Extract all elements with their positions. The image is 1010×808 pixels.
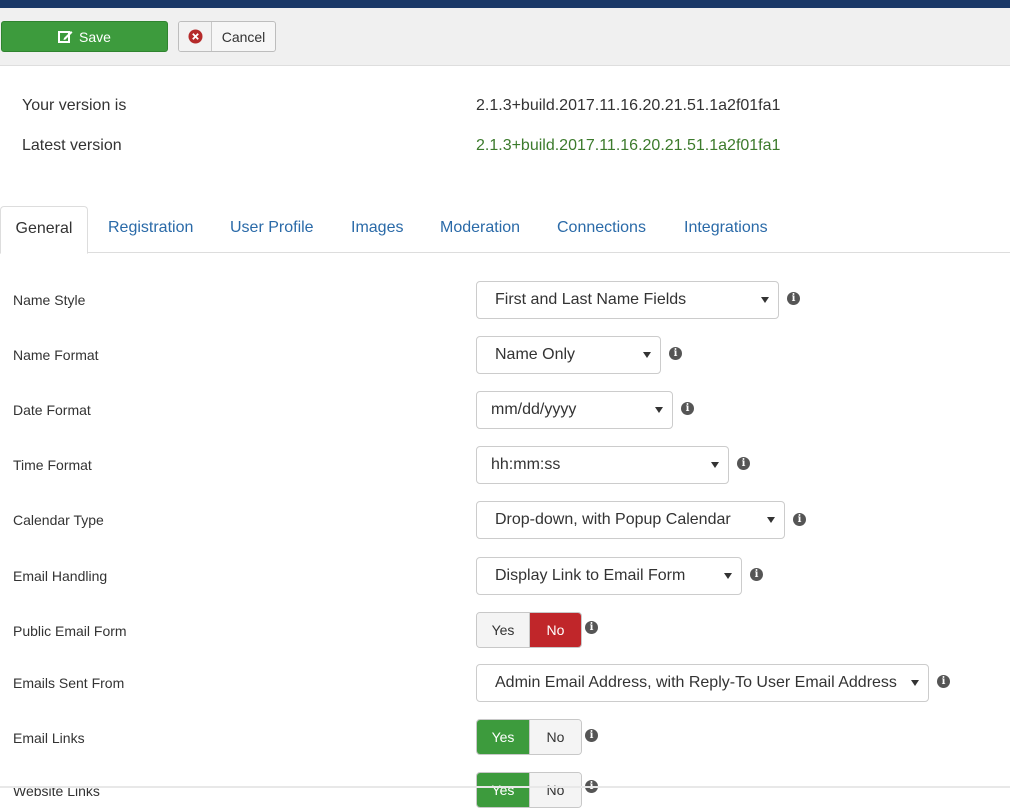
email-links-label: Email Links <box>13 730 85 746</box>
info-icon[interactable]: i <box>737 457 750 470</box>
email-links-no[interactable]: No <box>529 720 581 754</box>
cancel-button[interactable]: Cancel <box>178 21 276 52</box>
toolbar: Save Cancel <box>0 8 1010 66</box>
name-style-select[interactable]: First and Last Name Fields <box>476 281 779 319</box>
cancel-icon-wrap <box>179 22 212 51</box>
email-links-toggle: Yes No <box>476 719 582 755</box>
info-icon[interactable]: i <box>793 513 806 526</box>
info-icon[interactable]: i <box>750 568 763 581</box>
email-handling-select[interactable]: Display Link to Email Form <box>476 557 742 595</box>
tab-registration[interactable]: Registration <box>108 206 193 253</box>
website-links-yes[interactable]: Yes <box>477 773 529 807</box>
date-format-select[interactable]: mm/dd/yyyy <box>476 391 673 429</box>
emails-sent-from-select[interactable]: Admin Email Address, with Reply-To User … <box>476 664 929 702</box>
time-format-select[interactable]: hh:mm:ss <box>476 446 729 484</box>
calendar-type-label: Calendar Type <box>13 512 104 528</box>
time-format-label: Time Format <box>13 457 92 473</box>
public-email-form-label: Public Email Form <box>13 623 127 639</box>
chevron-down-icon <box>767 517 775 523</box>
settings-tabs: General Registration User Profile Images… <box>0 206 1010 254</box>
chevron-down-icon <box>761 297 769 303</box>
latest-version-label: Latest version <box>22 137 122 154</box>
public-email-form-toggle: Yes No <box>476 612 582 648</box>
public-email-form-yes[interactable]: Yes <box>477 613 529 647</box>
chevron-down-icon <box>724 573 732 579</box>
website-links-toggle: Yes No <box>476 772 582 808</box>
emails-sent-from-label: Emails Sent From <box>13 675 125 691</box>
latest-version-value: 2.1.3+build.2017.11.16.20.21.51.1a2f01fa… <box>476 137 781 154</box>
name-format-select[interactable]: Name Only <box>476 336 661 374</box>
website-links-no[interactable]: No <box>529 773 581 807</box>
tab-moderation[interactable]: Moderation <box>440 206 520 253</box>
info-icon[interactable]: i <box>937 675 950 688</box>
current-version-label: Your version is <box>22 97 127 114</box>
info-icon[interactable]: i <box>787 292 800 305</box>
tab-images[interactable]: Images <box>351 206 403 253</box>
name-style-value: First and Last Name Fields <box>495 291 687 308</box>
info-icon[interactable]: i <box>681 402 694 415</box>
tab-connections[interactable]: Connections <box>557 206 646 253</box>
edit-icon <box>58 29 73 44</box>
info-icon[interactable]: i <box>585 729 598 742</box>
name-format-value: Name Only <box>495 346 576 363</box>
chevron-down-icon <box>643 352 651 358</box>
email-links-yes[interactable]: Yes <box>477 720 529 754</box>
current-version-value: 2.1.3+build.2017.11.16.20.21.51.1a2f01fa… <box>476 97 781 114</box>
date-format-value: mm/dd/yyyy <box>491 401 577 418</box>
tab-general[interactable]: General <box>0 206 88 254</box>
cancel-button-label: Cancel <box>221 28 266 45</box>
time-format-value: hh:mm:ss <box>491 456 561 473</box>
name-style-label: Name Style <box>13 292 86 308</box>
public-email-form-no[interactable]: No <box>529 613 581 647</box>
name-format-label: Name Format <box>13 347 99 363</box>
close-circle-icon <box>188 29 202 44</box>
save-button-label: Save <box>79 28 111 45</box>
email-handling-label: Email Handling <box>13 568 108 584</box>
email-handling-value: Display Link to Email Form <box>495 567 686 584</box>
tab-user-profile[interactable]: User Profile <box>230 206 314 253</box>
top-header-bar <box>0 0 1010 8</box>
chevron-down-icon <box>911 680 919 686</box>
date-format-label: Date Format <box>13 402 91 418</box>
info-icon[interactable]: i <box>585 621 598 634</box>
save-button[interactable]: Save <box>1 21 168 52</box>
emails-sent-from-value: Admin Email Address, with Reply-To User … <box>495 674 897 691</box>
calendar-type-select[interactable]: Drop-down, with Popup Calendar <box>476 501 785 539</box>
tab-integrations[interactable]: Integrations <box>684 206 768 253</box>
info-icon[interactable]: i <box>669 347 682 360</box>
calendar-type-value: Drop-down, with Popup Calendar <box>495 511 731 528</box>
chevron-down-icon <box>655 407 663 413</box>
chevron-down-icon <box>711 462 719 468</box>
